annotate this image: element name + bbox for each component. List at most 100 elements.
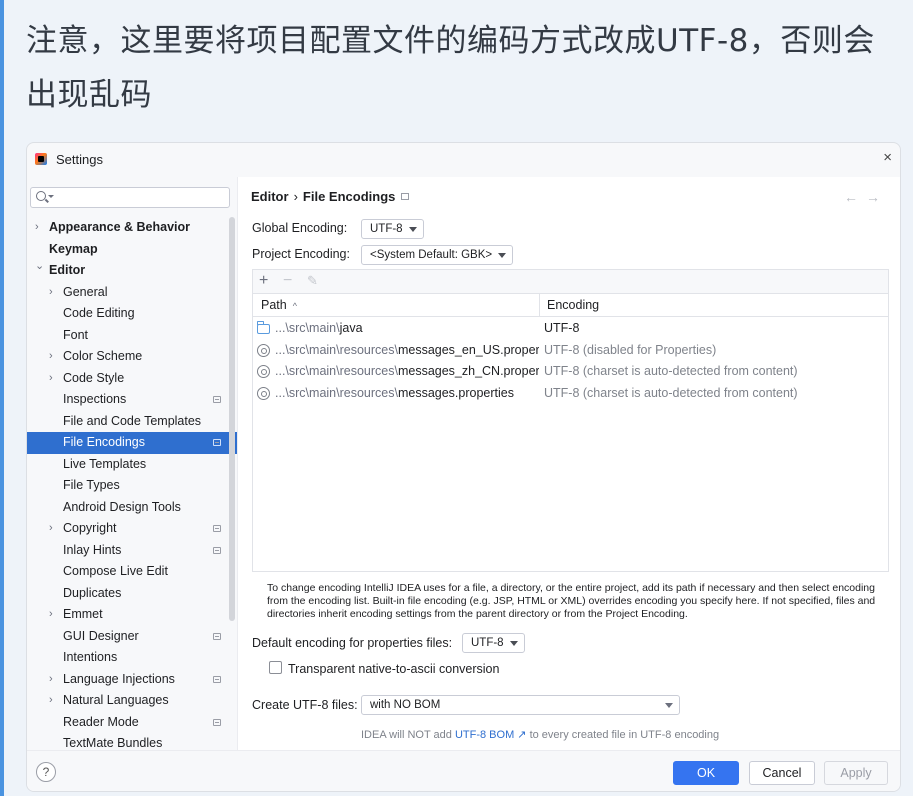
table-row[interactable]: ...\src\main\resources\messages.properti…	[253, 383, 888, 405]
project-encoding-value: <System Default: GBK>	[370, 249, 493, 261]
create-utf8-select[interactable]: with NO BOM	[361, 695, 680, 715]
sidebar-item-editor[interactable]: ⌄ Editor	[27, 260, 237, 282]
sidebar-item-label: Font	[63, 327, 89, 342]
apply-button[interactable]: Apply	[824, 761, 888, 785]
breadcrumb-file-encodings: File Encodings	[302, 189, 396, 204]
path-prefix: ...\src\main\resources\	[275, 364, 398, 378]
sidebar-item-textmate-bundles[interactable]: TextMate Bundles	[27, 733, 237, 750]
properties-encoding-value: UTF-8	[471, 637, 504, 649]
encoding-help-text: To change encoding IntelliJ IDEA uses fo…	[267, 582, 876, 620]
native-to-ascii-label[interactable]: Transparent native-to-ascii conversion	[288, 662, 499, 676]
path-cell: ...\src\main\resources\messages_zh_CN.pr…	[275, 361, 539, 383]
sidebar-item-keymap[interactable]: Keymap	[27, 239, 237, 261]
back-arrow-icon[interactable]: ←	[844, 189, 866, 205]
sidebar-item-label: General	[63, 284, 108, 299]
close-icon[interactable]: ×	[883, 150, 892, 166]
sidebar-item-label: Code Editing	[63, 306, 135, 320]
sidebar-scrollbar[interactable]	[229, 217, 235, 621]
sidebar-item-gui-designer[interactable]: GUI Designer	[27, 626, 237, 648]
table-row[interactable]: ...\src\main\java UTF-8	[253, 318, 888, 340]
sidebar-item-appearance-behavior[interactable]: › Appearance & Behavior	[27, 217, 237, 239]
chevron-right-icon[interactable]: ›	[49, 690, 59, 712]
forward-arrow-icon[interactable]: →	[866, 189, 888, 205]
chevron-right-icon[interactable]: ›	[49, 368, 59, 390]
cancel-button[interactable]: Cancel	[749, 761, 815, 785]
sidebar-item-android-design-tools[interactable]: Android Design Tools	[27, 497, 237, 519]
properties-encoding-label: Default encoding for properties files:	[252, 636, 453, 650]
path-name: java	[339, 321, 363, 335]
sidebar-item-label: GUI Designer	[63, 628, 139, 643]
path-prefix: ...\src\main\resources\	[275, 385, 398, 400]
breadcrumb-editor[interactable]: Editor	[251, 189, 289, 204]
sidebar-item-compose-live-edit[interactable]: Compose Live Edit	[27, 561, 237, 583]
chevron-right-icon[interactable]: ›	[49, 604, 59, 626]
help-button[interactable]: ?	[36, 762, 56, 782]
sidebar-item-label: Reader Mode	[63, 714, 139, 729]
sidebar-item-label: TextMate Bundles	[63, 736, 163, 750]
ok-button[interactable]: OK	[673, 761, 739, 785]
sidebar-item-duplicates[interactable]: Duplicates	[27, 583, 237, 605]
utf8-bom-link[interactable]: UTF-8 BOM ↗	[455, 729, 527, 741]
chevron-right-icon[interactable]: ›	[49, 669, 59, 691]
sidebar-item-code-editing[interactable]: Code Editing	[27, 303, 237, 325]
sidebar-item-file-and-code-templates[interactable]: File and Code Templates	[27, 411, 237, 433]
encoding-cell[interactable]: UTF-8	[544, 318, 579, 340]
sidebar-item-label: Live Templates	[63, 456, 147, 471]
settings-search[interactable]	[30, 187, 230, 208]
chevron-down-icon	[408, 227, 417, 232]
add-icon[interactable]: +	[259, 272, 268, 290]
column-header-encoding[interactable]: Encoding	[539, 294, 889, 317]
sidebar-item-inspections[interactable]: Inspections	[27, 389, 237, 411]
sidebar-item-font[interactable]: Font	[27, 325, 237, 347]
sidebar-item-intentions[interactable]: Intentions	[27, 647, 237, 669]
sidebar-item-label: Intentions	[63, 650, 118, 664]
project-level-icon	[401, 193, 410, 200]
sidebar-item-code-style[interactable]: › Code Style	[27, 368, 237, 390]
path-name: messages_zh_CN.properti	[397, 364, 539, 378]
chevron-right-icon[interactable]: ›	[35, 217, 45, 239]
sidebar-item-language-injections[interactable]: › Language Injections	[27, 669, 237, 691]
chevron-right-icon[interactable]: ›	[49, 518, 59, 540]
encoding-cell[interactable]: UTF-8 (charset is auto-detected from con…	[544, 383, 798, 405]
properties-encoding-select[interactable]: UTF-8	[462, 633, 525, 653]
sidebar-item-file-encodings[interactable]: File Encodings	[27, 432, 237, 454]
sidebar-item-label: Compose Live Edit	[63, 564, 168, 578]
sidebar-item-color-scheme[interactable]: › Color Scheme	[27, 346, 237, 368]
sidebar-item-emmet[interactable]: › Emmet	[27, 604, 237, 626]
chevron-down-icon[interactable]: ⌄	[35, 256, 45, 278]
sidebar-item-live-templates[interactable]: Live Templates	[27, 454, 237, 476]
column-header-path[interactable]: Path ^	[261, 294, 297, 317]
sidebar-item-label: Duplicates	[63, 585, 122, 600]
chevron-down-icon	[498, 253, 507, 258]
sidebar-item-general[interactable]: › General	[27, 282, 237, 304]
sidebar-item-label: Inspections	[63, 392, 127, 406]
global-encoding-select[interactable]: UTF-8	[361, 219, 424, 239]
sidebar-item-copyright[interactable]: › Copyright	[27, 518, 237, 540]
title-bar: Settings ×	[27, 143, 900, 177]
sidebar-item-label: Natural Languages	[63, 693, 169, 707]
native-to-ascii-checkbox[interactable]	[269, 661, 282, 674]
search-options-caret-icon[interactable]	[48, 195, 54, 198]
table-toolbar: + − ✎	[253, 270, 888, 294]
table-row[interactable]: ...\src\main\resources\messages_zh_CN.pr…	[253, 361, 888, 383]
create-utf8-label: Create UTF-8 files:	[252, 698, 358, 712]
sidebar-item-reader-mode[interactable]: Reader Mode	[27, 712, 237, 734]
search-icon	[36, 191, 46, 201]
breadcrumb: Editor › File Encodings	[251, 189, 410, 204]
project-level-icon	[213, 718, 221, 726]
sidebar-item-file-types[interactable]: File Types	[27, 475, 237, 497]
table-row[interactable]: ...\src\main\resources\messages_en_US.pr…	[253, 340, 888, 362]
create-utf8-value: with NO BOM	[370, 699, 441, 711]
encoding-cell[interactable]: UTF-8 (charset is auto-detected from con…	[544, 361, 798, 383]
project-encoding-select[interactable]: <System Default: GBK>	[361, 245, 514, 265]
chevron-right-icon[interactable]: ›	[49, 282, 59, 304]
settings-search-input[interactable]	[57, 189, 225, 206]
sidebar-item-inlay-hints[interactable]: Inlay Hints	[27, 540, 237, 562]
chevron-right-icon[interactable]: ›	[49, 346, 59, 368]
sidebar-item-natural-languages[interactable]: › Natural Languages	[27, 690, 237, 712]
sidebar-item-label: Code Style	[63, 370, 125, 385]
remove-icon[interactable]: −	[283, 272, 292, 290]
sidebar-item-label: File Encodings	[63, 435, 145, 449]
encoding-cell[interactable]: UTF-8 (disabled for Properties)	[544, 340, 716, 362]
edit-icon[interactable]: ✎	[307, 272, 318, 290]
